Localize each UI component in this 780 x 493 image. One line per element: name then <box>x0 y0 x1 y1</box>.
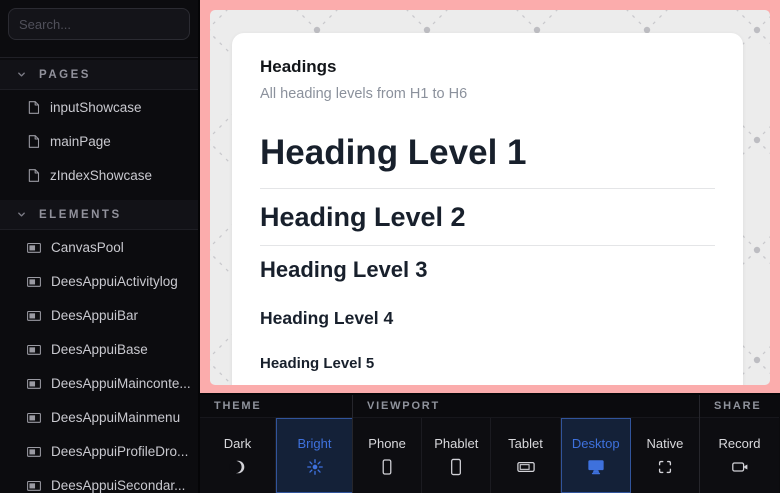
sidebar-item-label: DeesAppuiBase <box>51 342 148 357</box>
element-icon <box>26 308 42 323</box>
app-window: PAGES inputShowcase mainPage zIndexShowc… <box>0 0 780 493</box>
button-label: Dark <box>224 436 251 451</box>
viewport-phone-button[interactable]: Phone <box>353 418 422 493</box>
toolbar-group-viewport: VIEWPORT Phone Phablet Tablet <box>353 395 700 493</box>
sidebar-item-label: DeesAppuiMainconte... <box>51 376 191 391</box>
preview-viewport: Headings All heading levels from H1 to H… <box>200 0 780 393</box>
share-record-button[interactable]: Record <box>700 418 779 493</box>
sidebar-item-label: DeesAppuiBar <box>51 308 138 323</box>
heading-h4: Heading Level 4 <box>260 308 715 329</box>
sidebar-item-label: DeesAppuiSecondar... <box>51 478 185 493</box>
desktop-icon <box>586 458 606 476</box>
section-header-elements[interactable]: ELEMENTS <box>0 200 198 230</box>
theme-bright-button[interactable]: Bright <box>276 418 352 493</box>
divider <box>260 245 715 246</box>
phablet-icon <box>447 458 465 476</box>
page-icon <box>26 100 41 115</box>
search-input[interactable] <box>8 8 190 40</box>
sidebar-item-deesappuiprofiledro[interactable]: DeesAppuiProfileDro... <box>0 434 198 468</box>
sidebar-item-zindexshowcase[interactable]: zIndexShowcase <box>0 158 198 192</box>
sidebar-item-label: inputShowcase <box>50 100 142 115</box>
button-label: Desktop <box>572 436 620 451</box>
native-icon <box>656 458 674 476</box>
theme-dark-button[interactable]: Dark <box>200 418 276 493</box>
toolbar-group-theme: THEME Dark Bright <box>200 395 353 493</box>
sidebar-item-deesappuiactivitylog[interactable]: DeesAppuiActivitylog <box>0 264 198 298</box>
group-header: VIEWPORT <box>353 395 699 418</box>
sidebar-item-label: mainPage <box>50 134 111 149</box>
element-icon <box>26 410 42 425</box>
viewport-desktop-button[interactable]: Desktop <box>561 418 631 493</box>
sun-icon <box>306 458 324 476</box>
preview-canvas: Headings All heading levels from H1 to H… <box>210 10 770 385</box>
sidebar-item-deesappuisecondar[interactable]: DeesAppuiSecondar... <box>0 468 198 493</box>
viewport-tablet-button[interactable]: Tablet <box>491 418 560 493</box>
section-header-pages[interactable]: PAGES <box>0 60 198 90</box>
viewport-native-button[interactable]: Native <box>631 418 699 493</box>
card-title: Headings <box>260 57 715 77</box>
group-label: VIEWPORT <box>367 400 440 412</box>
record-icon <box>730 458 750 476</box>
heading-h5: Heading Level 5 <box>260 355 715 372</box>
heading-h1: Heading Level 1 <box>260 133 715 173</box>
toolbar-group-share: SHARE Record <box>700 395 779 493</box>
tablet-icon <box>516 458 536 476</box>
group-header: SHARE <box>700 395 779 418</box>
sidebar-item-label: CanvasPool <box>51 240 124 255</box>
heading-h2: Heading Level 2 <box>260 202 715 233</box>
button-row: Dark Bright <box>200 418 352 493</box>
page-icon <box>26 168 41 183</box>
sidebar-item-deesappuibar[interactable]: DeesAppuiBar <box>0 298 198 332</box>
sidebar-item-deesappuimainconte[interactable]: DeesAppuiMainconte... <box>0 366 198 400</box>
element-icon <box>26 274 42 289</box>
button-label: Phone <box>368 436 406 451</box>
bottom-toolbar: THEME Dark Bright <box>200 393 780 493</box>
page-icon <box>26 134 41 149</box>
sidebar-item-label: DeesAppuiProfileDro... <box>51 444 188 459</box>
sidebar-item-label: zIndexShowcase <box>50 168 152 183</box>
card-subtitle: All heading levels from H1 to H6 <box>260 86 715 102</box>
group-label: SHARE <box>714 400 762 412</box>
sidebar-item-deesappuimainmenu[interactable]: DeesAppuiMainmenu <box>0 400 198 434</box>
button-row: Phone Phablet Tablet <box>353 418 699 493</box>
sidebar-item-mainpage[interactable]: mainPage <box>0 124 198 158</box>
viewport-phablet-button[interactable]: Phablet <box>422 418 491 493</box>
moon-icon <box>229 458 247 476</box>
section-label: ELEMENTS <box>39 209 122 221</box>
sidebar-item-canvaspool[interactable]: CanvasPool <box>0 230 198 264</box>
button-label: Bright <box>298 436 332 451</box>
divider <box>260 188 715 189</box>
preview-card: Headings All heading levels from H1 to H… <box>232 33 743 385</box>
button-label: Record <box>719 436 761 451</box>
element-icon <box>26 376 42 391</box>
sidebar-item-inputshowcase[interactable]: inputShowcase <box>0 90 198 124</box>
element-icon <box>26 342 42 357</box>
element-icon <box>26 478 42 493</box>
group-header: THEME <box>200 395 352 418</box>
button-row: Record <box>700 418 779 493</box>
sidebar: PAGES inputShowcase mainPage zIndexShowc… <box>0 0 200 493</box>
sidebar-item-deesappuibase[interactable]: DeesAppuiBase <box>0 332 198 366</box>
element-icon <box>26 240 42 255</box>
search-wrap <box>0 0 198 48</box>
chevron-down-icon <box>16 209 27 220</box>
button-label: Tablet <box>508 436 543 451</box>
chevron-down-icon <box>16 69 27 80</box>
sidebar-item-label: DeesAppuiMainmenu <box>51 410 180 425</box>
element-icon <box>26 444 42 459</box>
button-label: Phablet <box>434 436 478 451</box>
button-label: Native <box>646 436 683 451</box>
phone-icon <box>378 458 396 476</box>
sidebar-item-label: DeesAppuiActivitylog <box>51 274 178 289</box>
divider <box>0 48 198 58</box>
heading-h3: Heading Level 3 <box>260 257 715 283</box>
group-label: THEME <box>214 400 262 412</box>
section-label: PAGES <box>39 69 91 81</box>
